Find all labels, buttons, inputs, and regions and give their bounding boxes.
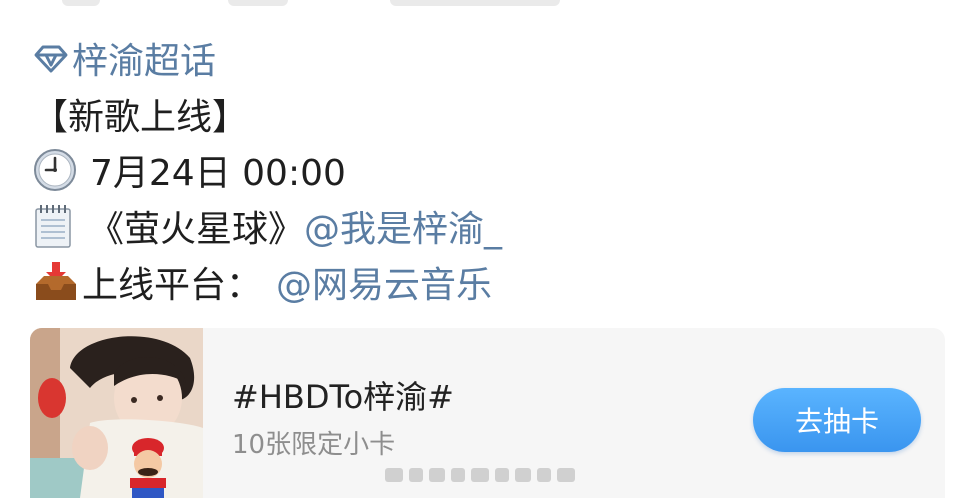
topic-link[interactable]: 梓渝超话 — [72, 32, 216, 84]
post-body: 梓渝超话 【新歌上线】 7月24日 00:00 《萤火星球》 @我是梓渝_ 上线… — [32, 30, 952, 310]
diamond-topic-icon — [32, 39, 70, 77]
watermark — [385, 462, 595, 488]
card-title: #HBDTo梓渝# — [232, 378, 454, 416]
post-heading: 【新歌上线】 — [32, 97, 249, 138]
notepad-icon — [32, 203, 74, 249]
card-subtitle: 10张限定小卡 — [232, 430, 396, 460]
heading-line: 【新歌上线】 — [32, 86, 952, 142]
cropped-top-row — [0, 0, 976, 14]
draw-card-button[interactable]: 去抽卡 — [753, 388, 921, 452]
song-title: 《萤火星球》 — [88, 209, 305, 250]
topic-line[interactable]: 梓渝超话 — [32, 30, 952, 86]
platform-line: 上线平台： @网易云音乐 — [32, 254, 952, 310]
platform-mention-link[interactable]: @网易云音乐 — [276, 256, 492, 308]
release-datetime: 7月24日 00:00 — [90, 153, 346, 194]
platform-label: 上线平台： — [82, 265, 263, 306]
clock-icon — [32, 147, 78, 193]
artist-mention-link[interactable]: @我是梓渝_ — [304, 200, 502, 252]
song-line: 《萤火星球》 @我是梓渝_ — [32, 198, 952, 254]
mario-figure-icon — [130, 438, 166, 498]
inbox-tray-icon — [32, 260, 80, 304]
datetime-line: 7月24日 00:00 — [32, 142, 952, 198]
card-thumbnail — [30, 328, 203, 498]
